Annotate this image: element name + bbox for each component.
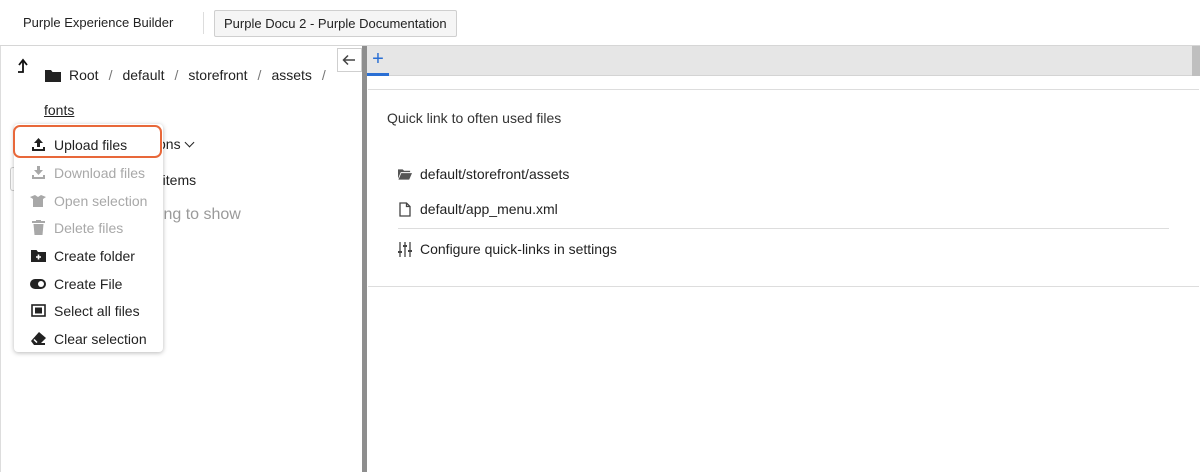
eraser-icon [30,331,46,347]
menu-item-delete-files[interactable]: Delete files [14,214,163,241]
menu-item-open-selection[interactable]: Open selection [14,187,163,214]
app-title: Purple Experience Builder [23,15,174,30]
quick-links-section: Quick link to often used files default/s… [368,89,1199,287]
quick-link-assets[interactable]: default/storefront/assets [398,166,569,182]
menu-item-label: Create folder [54,247,135,264]
chevron-down-icon [184,137,195,148]
menu-item-create-file[interactable]: Create File [14,270,163,297]
folder-open-icon [398,166,412,182]
menu-item-download-files[interactable]: Download files [14,159,163,186]
menu-item-create-folder[interactable]: Create folder [14,242,163,269]
quick-link-label: default/storefront/assets [420,166,570,182]
folder-plus-icon [30,248,46,264]
project-selector-button[interactable]: Purple Docu 2 - Purple Documentation [214,10,457,37]
breadcrumb-separator: / [174,67,179,83]
top-bar: Purple Experience Builder Purple Docu 2 … [0,0,1200,46]
configure-quick-links-link[interactable]: Configure quick-links in settings [398,241,617,257]
editor-panel: + Quick link to often used files default… [367,46,1200,472]
breadcrumb-root[interactable]: Root [69,67,99,83]
quick-links-divider [398,228,1169,229]
quick-link-app-menu[interactable]: default/app_menu.xml [398,201,558,217]
menu-item-label: Select all files [54,302,140,319]
collapse-panel-button[interactable] [337,48,362,72]
current-folder-link[interactable]: fonts [44,102,74,118]
open-box-icon [30,193,46,209]
empty-state-text: hing to show [151,206,241,223]
file-icon [398,201,412,217]
menu-item-label: Create File [54,275,123,292]
toggle-icon [30,276,46,292]
add-tab-button[interactable]: + [367,46,389,76]
breadcrumb-storefront[interactable]: storefront [188,67,247,83]
upload-files-highlight [13,125,162,158]
menu-item-label: Delete files [54,219,124,236]
configure-quick-links-label: Configure quick-links in settings [420,241,617,257]
actions-menu: Upload files Download files Open selecti… [14,124,163,352]
arrow-left-icon [342,54,355,66]
menu-item-clear-selection[interactable]: Clear selection [14,325,163,352]
trash-icon [30,220,46,236]
breadcrumb-assets[interactable]: assets [271,67,311,83]
select-all-icon [30,303,46,319]
menu-item-label: Open selection [54,192,148,209]
folder-icon [45,70,61,82]
tab-bar: + [367,46,1200,76]
quick-links-title: Quick link to often used files [387,110,562,126]
navigate-up-icon[interactable] [15,58,31,78]
breadcrumb: Root / default / storefront / assets / [69,67,336,83]
quick-link-label: default/app_menu.xml [420,201,558,217]
breadcrumb-separator: / [257,67,262,83]
sliders-icon [398,241,412,257]
menu-item-label: Download files [54,164,146,181]
breadcrumb-separator: / [108,67,113,83]
breadcrumb-separator: / [321,67,326,83]
menu-item-select-all-files[interactable]: Select all files [14,297,163,324]
download-icon [30,165,46,181]
breadcrumb-default[interactable]: default [122,67,164,83]
menu-item-label: Clear selection [54,330,147,347]
tabbar-scrollbar[interactable] [1192,46,1200,76]
topbar-divider [203,12,204,34]
